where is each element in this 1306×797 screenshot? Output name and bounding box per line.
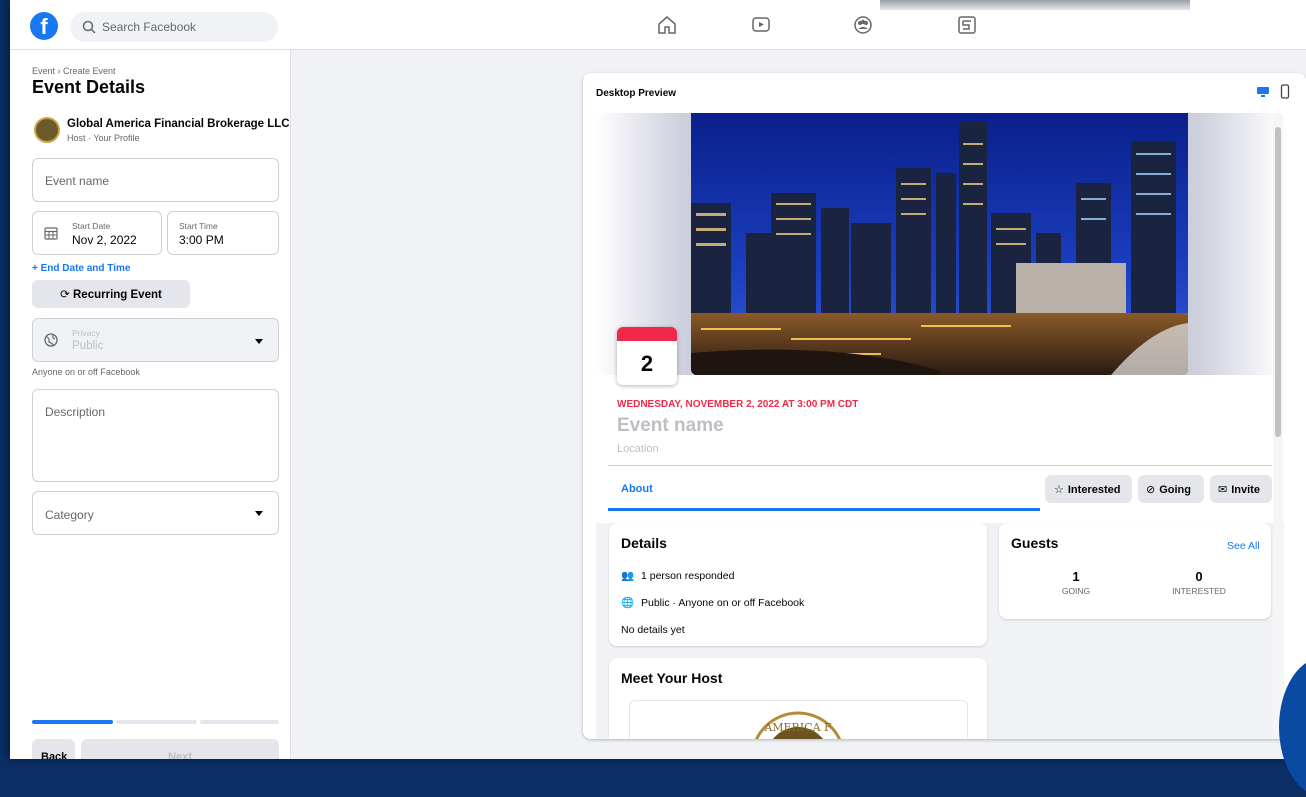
search-input[interactable]: Search Facebook [102,20,196,34]
cover-photo [691,113,1188,375]
interested-count-label: INTERESTED [1172,586,1226,596]
search-icon [82,20,96,34]
meet-host-card: Meet Your Host AMERICA F [609,658,987,739]
see-all-link[interactable]: See All [1227,540,1260,552]
meet-host-title: Meet Your Host [621,670,723,686]
calendar-day: 2 [640,351,654,376]
description-placeholder: Description [45,405,106,419]
privacy-select[interactable]: Privacy Public [32,318,279,362]
next-button[interactable]: Next [81,739,279,759]
app-window: f Search Facebook Event › Create Event E… [10,0,1306,759]
chevron-down-icon [255,511,263,516]
start-time-label: Start Time [179,221,218,231]
people-icon: 👥 [621,570,635,582]
event-date-time: WEDNESDAY, NOVEMBER 2, 2022 AT 3:00 PM C… [617,399,859,410]
going-count: 1 [1072,569,1080,584]
desktop-preview-panel: Desktop Preview 2 WEDNESDAY, NOVEMBER 2,… [583,73,1306,739]
host-name: Global America Financial Brokerage LLC [67,118,290,130]
invite-label: Invite [1231,484,1260,496]
globe-icon [44,333,58,347]
public-row: 🌐 Public · Anyone on or off Facebook [621,596,804,609]
no-details-text: No details yet [621,624,685,636]
progress-step-1 [32,720,113,724]
top-navigation-bar: f Search Facebook [10,0,1306,50]
details-card: Details 👥 1 person responded 🌐 Public · An… [609,523,987,646]
tab-about[interactable]: About [621,483,653,495]
event-name-preview: Event name [617,415,724,436]
groups-icon[interactable] [852,14,874,36]
interested-count: 0 [1195,569,1203,584]
calendar-header [617,327,677,341]
event-header: 2 WEDNESDAY, NOVEMBER 2, 2022 AT 3:00 PM… [596,113,1284,523]
chevron-down-icon [255,339,263,344]
category-placeholder: Category [45,508,94,522]
public-text: Public · Anyone on or off Facebook [641,597,805,609]
desktop-icon[interactable] [1256,86,1270,98]
window-shadow [880,0,1190,10]
host-avatar [34,117,60,143]
start-time-value: 3:00 PM [179,233,224,247]
calendar-badge: 2 [617,327,677,385]
end-date-link[interactable]: + End Date and Time [32,263,130,274]
mobile-icon[interactable] [1280,84,1290,99]
host-role: Host · Your Profile [67,133,140,143]
host-logo-text: AMERICA F [763,721,832,734]
start-date-value: Nov 2, 2022 [72,233,137,247]
home-icon[interactable] [656,14,678,36]
description-field[interactable]: Description [32,389,279,482]
privacy-label: Privacy [72,328,100,338]
host-profile-box[interactable]: AMERICA F [629,700,968,739]
privacy-value: Public [72,340,104,352]
calendar-icon [44,227,58,240]
divider [608,465,1272,466]
going-button[interactable]: ⊘ Going [1138,475,1204,503]
event-preview: 2 WEDNESDAY, NOVEMBER 2, 2022 AT 3:00 PM… [596,113,1284,739]
breadcrumb[interactable]: Event › Create Event [32,66,116,76]
invite-button[interactable]: ✉ Invite [1210,475,1272,503]
watch-icon[interactable] [750,14,772,36]
interested-label: Interested [1067,484,1121,496]
responded-row: 👥 1 person responded [621,569,734,582]
start-time-field[interactable]: Start Time 3:00 PM [167,211,279,255]
next-button-label: Next [168,751,192,759]
recurring-button-content: ⟳ Recurring Event [60,289,162,301]
event-details-panel: Event › Create Event Event Details Globa… [10,50,291,759]
tab-about-indicator [608,508,1040,511]
category-select[interactable]: Category [32,491,279,535]
scrollbar-thumb[interactable] [1275,127,1281,437]
refresh-icon: ⟳ [60,289,73,301]
search-box[interactable]: Search Facebook [70,12,278,42]
star-icon: ☆ [1054,484,1064,496]
preview-scrollbar[interactable] [1273,113,1283,733]
start-date-label: Start Date [72,221,111,231]
back-button-label: Back [41,751,68,759]
back-button[interactable]: Back [32,739,75,759]
going-label: Going [1159,484,1191,496]
globe-icon: 🌐 [621,597,635,609]
preview-label: Desktop Preview [596,88,677,99]
envelope-icon: ✉ [1218,484,1228,496]
start-date-field[interactable]: Start Date Nov 2, 2022 [32,211,162,255]
progress-step-3 [200,720,279,724]
going-count-label: GOING [1061,586,1091,596]
recurring-event-button[interactable]: ⟳ Recurring Event [32,280,190,308]
guests-title: Guests [1011,535,1059,551]
responded-text: 1 person responded [641,570,735,582]
gaming-icon[interactable] [956,14,978,36]
guests-card: Guests See All 1 GOING 0 INTERESTED [999,523,1271,619]
event-name-placeholder: Event name [45,174,110,188]
page-title: Event Details [32,77,146,97]
interested-button[interactable]: ☆ Interested [1045,475,1132,503]
details-title: Details [621,535,667,551]
city-skyline-image [691,113,1188,375]
recurring-event-label: Recurring Event [73,289,162,301]
progress-step-2 [116,720,197,724]
event-location-preview: Location [617,443,659,455]
host-logo-seal: AMERICA F [754,711,842,739]
facebook-logo-icon[interactable]: f [30,12,58,40]
privacy-helper-text: Anyone on or off Facebook [32,367,140,377]
event-name-field[interactable]: Event name [32,158,279,202]
check-circle-icon: ⊘ [1146,484,1156,496]
